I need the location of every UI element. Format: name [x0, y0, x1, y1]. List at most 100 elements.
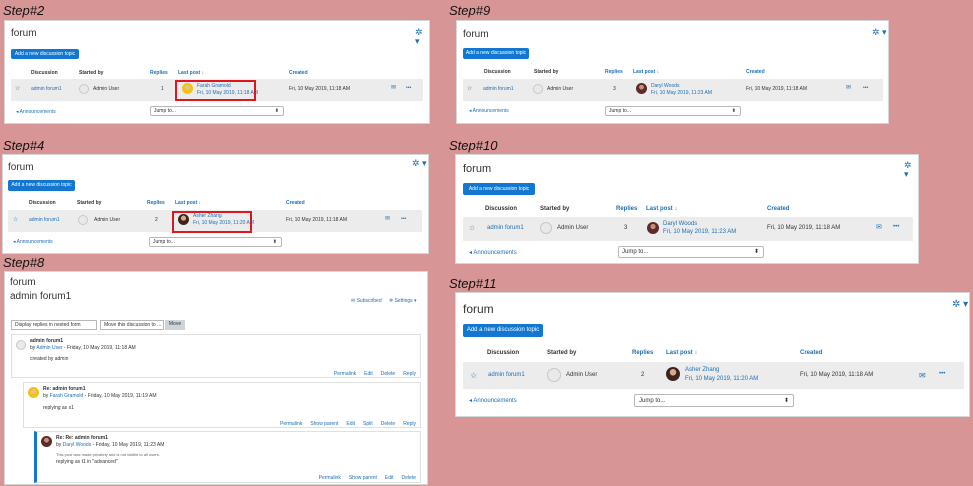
discussion-link[interactable]: admin forum1 [487, 225, 524, 233]
header-created[interactable]: Created [800, 350, 822, 356]
last-post-author[interactable]: Asher Zhang [685, 367, 719, 375]
announcements-link[interactable]: ◂ Announcements [469, 249, 517, 256]
mail-icon[interactable]: ✉ [919, 371, 926, 381]
replies-count[interactable]: 3 [624, 225, 627, 233]
gear-icon[interactable]: ✲ ▾ [872, 28, 887, 37]
replies-count[interactable]: 2 [155, 217, 158, 223]
show-parent-link[interactable]: Show parent [310, 421, 338, 427]
split-link[interactable]: Split [363, 421, 373, 427]
last-post-date[interactable]: Fri, 10 May 2019, 11:23 AM [663, 229, 736, 237]
add-discussion-button[interactable]: Add a new discussion topic [463, 183, 535, 195]
header-started-by: Started by [77, 200, 102, 206]
post-author-link[interactable]: Daryl Woods [63, 442, 92, 448]
move-button[interactable]: Move [165, 320, 185, 330]
page-title: forum [463, 302, 494, 316]
header-last-post[interactable]: Last post ↓ [175, 200, 201, 206]
header-created[interactable]: Created [286, 200, 305, 206]
announcements-link[interactable]: ◂ Announcements [469, 108, 509, 114]
gear-icon[interactable]: ✲ ▾ [904, 161, 918, 179]
header-discussion: Discussion [487, 350, 520, 356]
gear-icon[interactable]: ✲ ▾ [412, 159, 427, 168]
add-discussion-button[interactable]: Add a new discussion topic [463, 324, 543, 337]
star-icon[interactable]: ☆ [467, 86, 472, 94]
display-mode-select[interactable]: Display replies in nested form [11, 320, 97, 330]
header-created[interactable]: Created [746, 69, 765, 75]
gear-icon[interactable]: ✲ ▾ [952, 300, 968, 310]
discussion-link[interactable]: admin forum1 [29, 217, 60, 223]
step-label-11: Step#11 [449, 276, 497, 291]
header-replies[interactable]: Replies [616, 206, 637, 212]
add-discussion-button[interactable]: Add a new discussion topic [463, 48, 529, 59]
jump-to-select[interactable]: Jump to... ⬍ [605, 106, 741, 116]
delete-link[interactable]: Delete [381, 371, 395, 377]
header-replies[interactable]: Replies [147, 200, 165, 206]
permalink-link[interactable]: Permalink [334, 371, 356, 377]
discussion-link[interactable]: admin forum1 [31, 86, 62, 92]
header-created[interactable]: Created [289, 70, 308, 76]
permalink-link[interactable]: Permalink [280, 421, 302, 427]
post-subject: Re: admin forum1 [43, 386, 86, 392]
header-replies[interactable]: Replies [150, 70, 168, 76]
jump-to-select[interactable]: Jump to... ⬍ [634, 394, 794, 407]
started-by-name: Admin User [547, 86, 574, 92]
announcements-link[interactable]: ◂ Announcements [469, 397, 517, 404]
settings-menu[interactable]: ✲ Settings ▾ [389, 298, 417, 304]
more-icon[interactable]: ••• [401, 216, 406, 222]
post-actions: Permalink Show parent Edit Delete [311, 475, 416, 481]
replies-count[interactable]: 2 [641, 372, 644, 380]
add-discussion-button[interactable]: Add a new discussion topic [8, 180, 75, 191]
more-icon[interactable]: ••• [893, 224, 899, 232]
mail-icon[interactable]: ✉ [385, 216, 390, 224]
move-discussion-select[interactable]: Move this discussion to ... [100, 320, 164, 330]
replies-count[interactable]: 1 [161, 86, 164, 92]
edit-link[interactable]: Edit [346, 421, 355, 427]
header-last-post[interactable]: Last post ↓ [178, 70, 204, 76]
star-icon[interactable]: ☆ [15, 86, 20, 94]
step-label-10: Step#10 [449, 138, 498, 153]
post-author-link[interactable]: Farah Gramold [50, 393, 84, 399]
subscribed-toggle[interactable]: ✉ Subscribed [351, 298, 382, 304]
post-body: replying as s1 [43, 405, 74, 411]
header-created[interactable]: Created [767, 206, 789, 212]
forum-panel-step10: forum ✲ ▾ Add a new discussion topic Dis… [455, 154, 919, 264]
delete-link[interactable]: Delete [381, 421, 395, 427]
post-body: replying as t1 in "advanced" [56, 459, 118, 465]
more-icon[interactable]: ••• [939, 371, 945, 379]
last-post-author[interactable]: Daryl Woods [663, 221, 697, 229]
edit-link[interactable]: Edit [385, 475, 394, 481]
jump-to-select[interactable]: Jump to... ⬍ [150, 106, 284, 116]
header-last-post[interactable]: Last post ↓ [666, 350, 697, 356]
star-icon[interactable]: ☆ [470, 371, 477, 381]
mail-icon[interactable]: ✉ [391, 85, 396, 93]
show-parent-link[interactable]: Show parent [349, 475, 377, 481]
discussion-link[interactable]: admin forum1 [488, 372, 525, 380]
reply-link[interactable]: Reply [403, 371, 416, 377]
more-icon[interactable]: ••• [406, 85, 411, 91]
discussion-link[interactable]: admin forum1 [483, 86, 514, 92]
replies-count[interactable]: 3 [613, 86, 616, 92]
last-post-date[interactable]: Fri, 10 May 2019, 11:20 AM [685, 376, 758, 384]
announcements-link[interactable]: ◂ Announcements [13, 239, 53, 245]
more-icon[interactable]: ••• [863, 85, 868, 91]
reply-link[interactable]: Reply [403, 421, 416, 427]
header-discussion: Discussion [484, 69, 511, 75]
add-discussion-button[interactable]: Add a new discussion topic [11, 49, 79, 59]
mail-icon[interactable]: ✉ [876, 224, 882, 233]
header-replies[interactable]: Replies [605, 69, 623, 75]
edit-link[interactable]: Edit [364, 371, 373, 377]
star-icon[interactable]: ☆ [469, 225, 475, 234]
permalink-link[interactable]: Permalink [319, 475, 341, 481]
gear-icon[interactable]: ✲ ▾ [415, 28, 429, 46]
star-icon[interactable]: ☆ [13, 217, 18, 225]
mail-icon[interactable]: ✉ [846, 85, 851, 93]
header-last-post[interactable]: Last post ↓ [633, 69, 659, 75]
post-author-link[interactable]: Admin User [36, 345, 62, 351]
announcements-link[interactable]: ◂ Announcements [16, 109, 56, 115]
last-post-date[interactable]: Fri, 10 May 2019, 11:23 AM [651, 90, 712, 96]
jump-to-select[interactable]: Jump to... ⬍ [618, 246, 764, 258]
header-replies[interactable]: Replies [632, 350, 653, 356]
delete-link[interactable]: Delete [402, 475, 416, 481]
jump-to-select[interactable]: Jump to... ⬍ [149, 237, 282, 247]
last-post-author[interactable]: Daryl Woods [651, 83, 680, 89]
header-last-post[interactable]: Last post ↓ [646, 206, 677, 212]
